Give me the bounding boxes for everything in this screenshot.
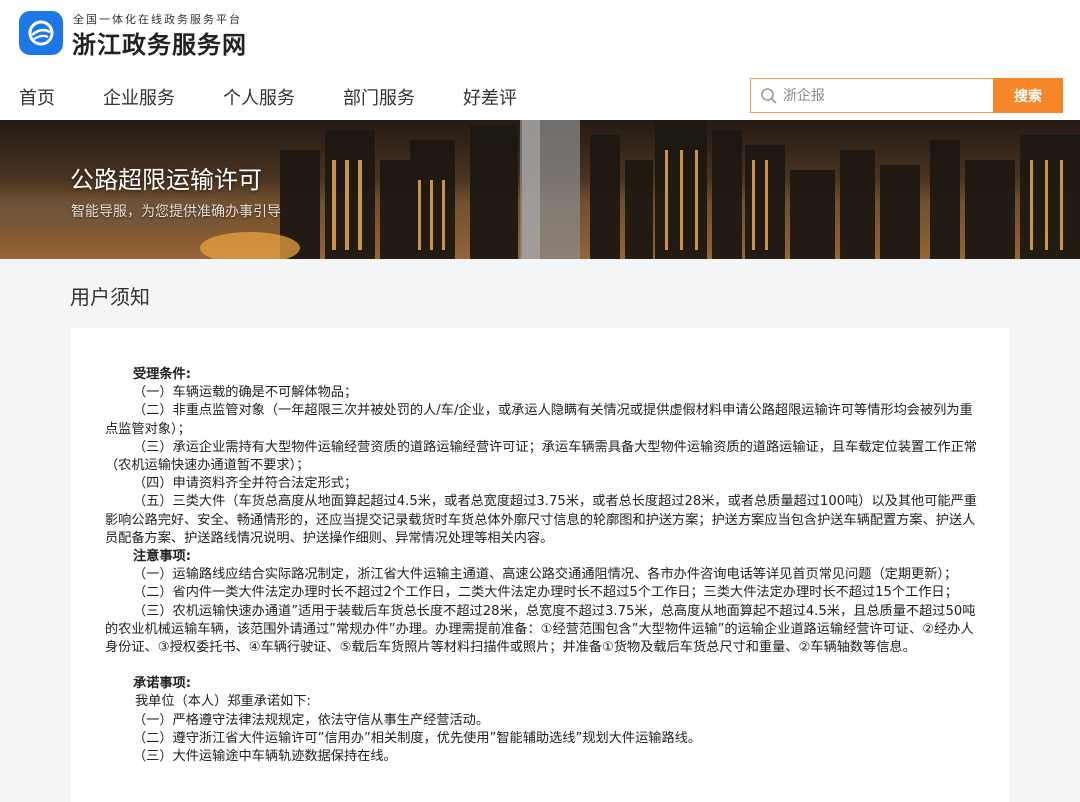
nav-item-department[interactable]: 部门服务 — [343, 84, 415, 110]
acceptance-item: （四）申请资料齐全并符合法定形式； — [133, 476, 358, 492]
search-bar: 搜索 — [750, 78, 1063, 113]
promise-intro: 我单位（本人）郑重承诺如下: — [135, 694, 311, 710]
acceptance-item: （五）三类大件（车货总高度从地面算起超过4.5米，或者总宽度超过3.75米，或者… — [105, 494, 977, 546]
search-icon — [761, 88, 777, 104]
nav-item-personal[interactable]: 个人服务 — [223, 84, 295, 110]
service-subtitle: 智能导服，为您提供准确办事引导 — [71, 204, 281, 220]
acceptance-heading: 受理条件: — [133, 367, 192, 382]
notes-heading: 注意事项: — [133, 549, 192, 565]
acceptance-item: （二）非重点监管对象（一年超限三次并被处罚的人/车/企业，或承运人隐瞒有关情况或… — [105, 403, 973, 437]
site-title[interactable]: 浙江政务服务网 — [72, 25, 247, 60]
promise-item: （一）严格遵守法律法规规定，依法守信从事生产经营活动。 — [133, 712, 490, 728]
search-input[interactable] — [783, 86, 983, 106]
promise-heading: 承诺事项: — [133, 676, 192, 692]
user-notice-panel: 受理条件: （一）车辆运载的确是不可解体物品； （二）非重点监管对象（一年超限三… — [71, 328, 1009, 802]
notice-body: 受理条件: （一）车辆运载的确是不可解体物品； （二）非重点监管对象（一年超限三… — [105, 366, 985, 766]
search-button[interactable]: 搜索 — [993, 78, 1063, 113]
promise-item: （二）遵守浙江省大件运输许可”信用办”相关制度，优先使用”智能辅助选线”规划大件… — [133, 730, 702, 746]
notes-item: （二）省内件一类大件法定办理时长不超过2个工作日，二类大件法定办理时长不超过5个… — [133, 585, 958, 601]
nav-item-enterprise[interactable]: 企业服务 — [103, 84, 175, 110]
section-title: 用户须知 — [70, 285, 150, 309]
acceptance-item: （三）承运企业需持有大型物件运输经营资质的道路运输经营许可证；承运车辆需具备大型… — [105, 439, 977, 474]
search-box — [750, 78, 994, 113]
notes-item: （三）农机运输快速办通道”适用于装载后车货总长度不超过28米，总宽度不超过3.7… — [105, 603, 976, 656]
nav-item-feedback[interactable]: 好差评 — [463, 84, 517, 110]
notes-item: （一）运输路线应结合实际路况制定，浙江省大件运输主通道、高速公路交通通阻情况、各… — [133, 567, 958, 583]
nav-item-home[interactable]: 首页 — [19, 84, 55, 110]
zhejiang-logo-icon[interactable] — [19, 11, 63, 55]
hero-banner: 公路超限运输许可 智能导服，为您提供准确办事引导 — [0, 120, 1080, 259]
main-nav: 首页 企业服务 个人服务 部门服务 好差评 — [19, 84, 565, 110]
site-header: 全国一体化在线政务服务平台 浙江政务服务网 首页 企业服务 个人服务 部门服务 … — [0, 0, 1080, 120]
acceptance-item: （一）车辆运载的确是不可解体物品； — [133, 385, 358, 401]
service-title: 公路超限运输许可 — [70, 166, 262, 194]
promise-item: （三）大件运输途中车辆轨迹数据保持在线。 — [133, 749, 397, 765]
